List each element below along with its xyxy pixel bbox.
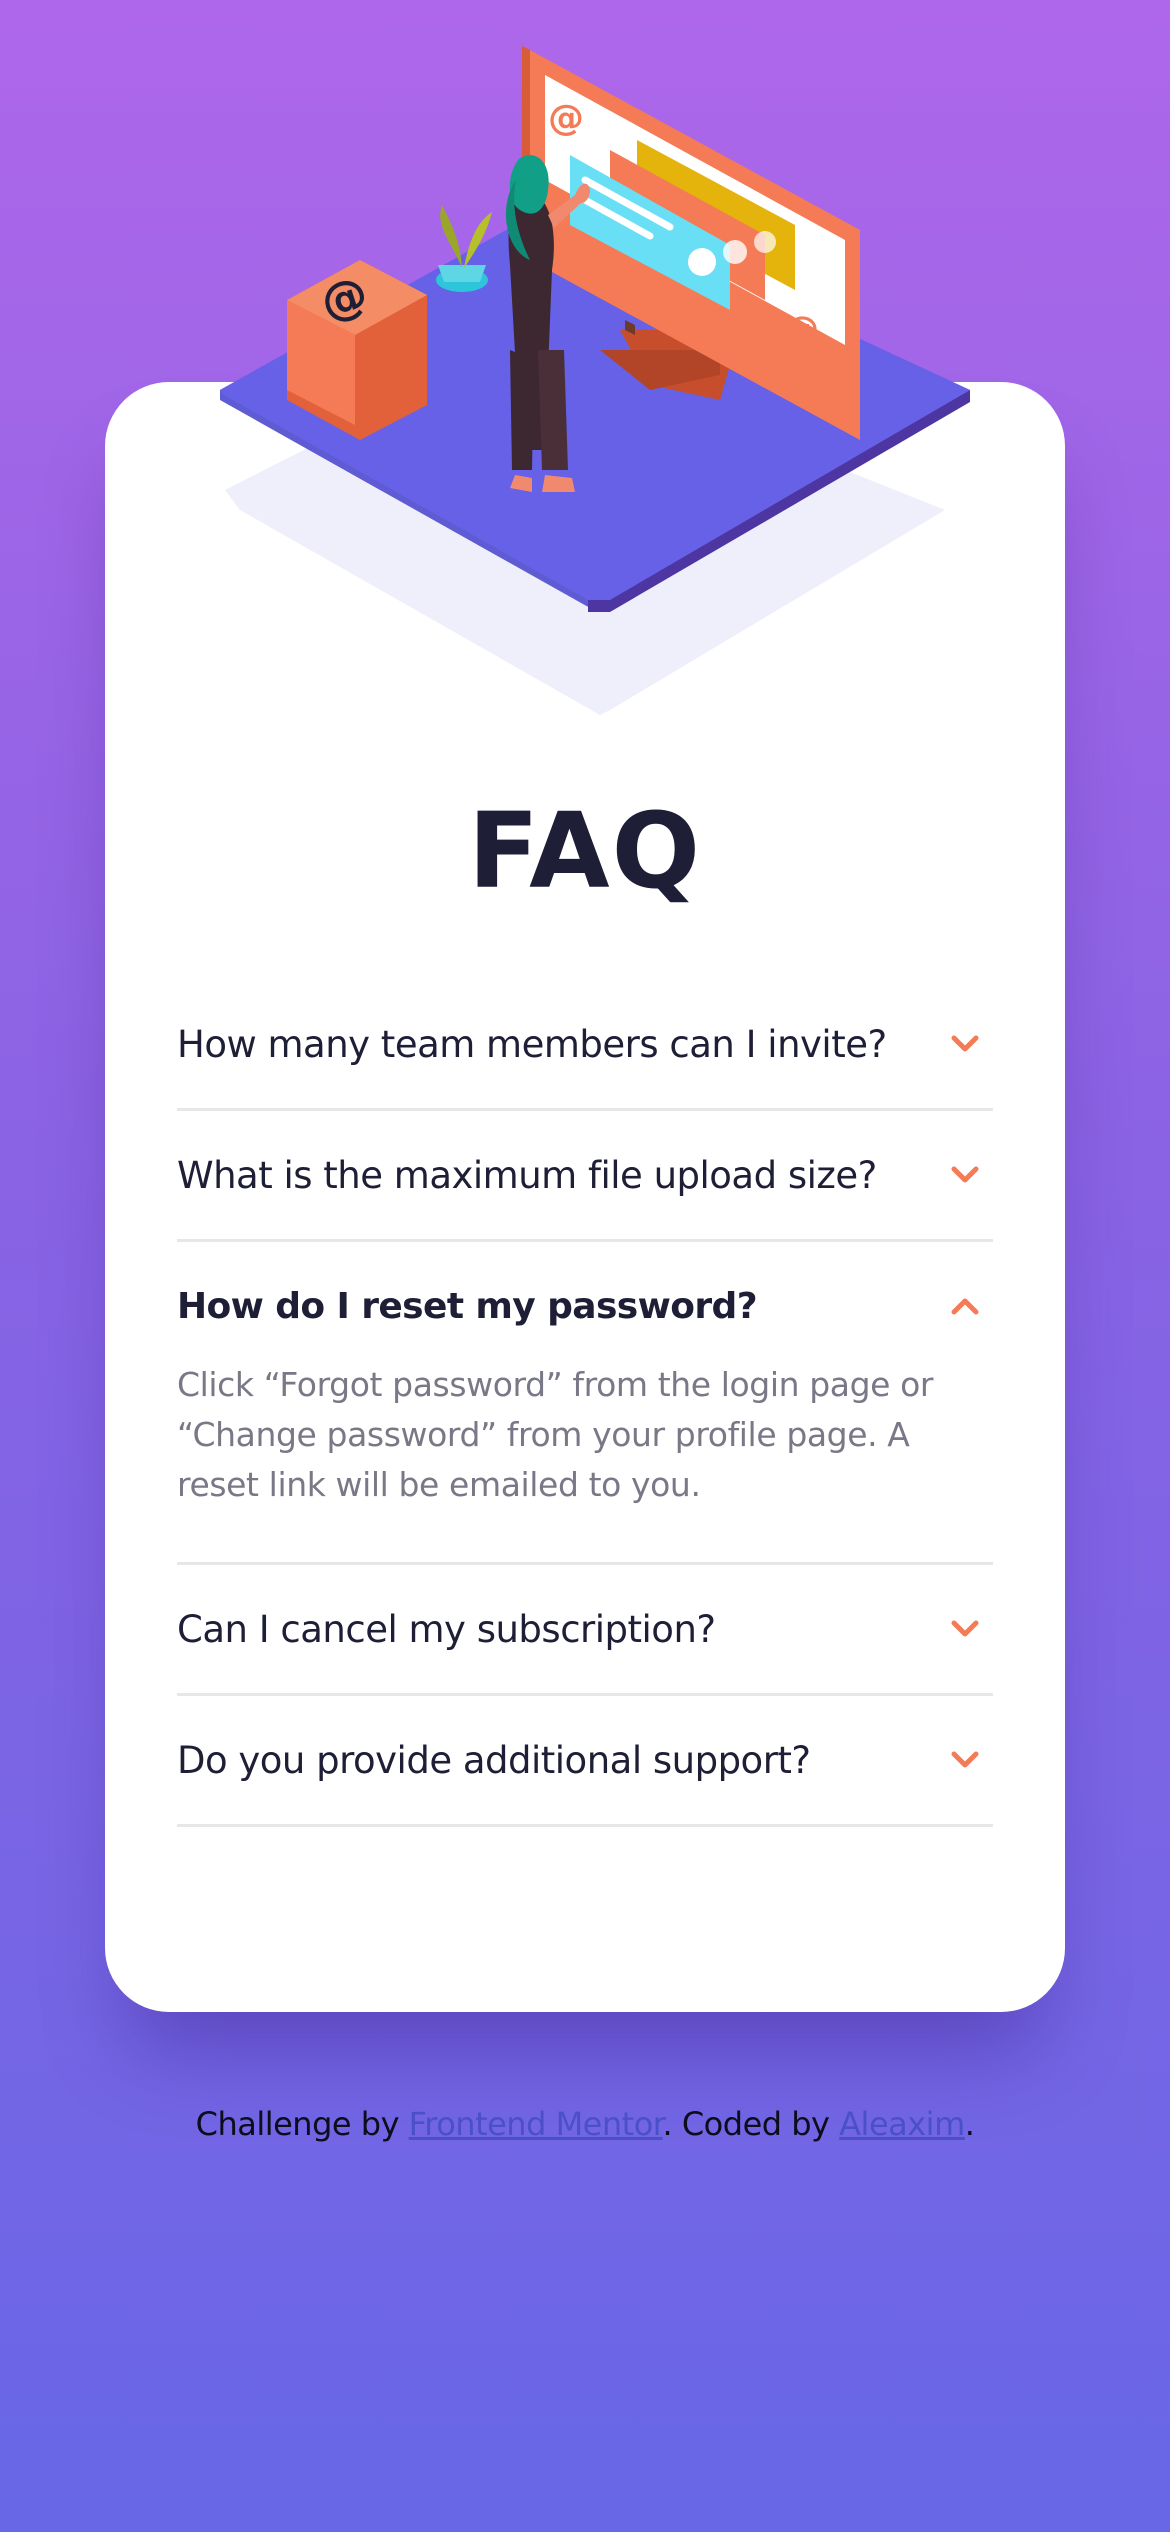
faq-answer: Click “Forgot password” from the login p… (177, 1365, 934, 1504)
faq-item[interactable]: How many team members can I invite? (177, 980, 993, 1111)
attribution-footer: Challenge by Frontend Mentor. Coded by A… (0, 2105, 1170, 2143)
footer-prefix: Challenge by (195, 2105, 409, 2143)
faq-item[interactable]: Can I cancel my subscription? (177, 1565, 993, 1696)
frontend-mentor-link[interactable]: Frontend Mentor (409, 2105, 663, 2143)
footer-middle: . Coded by (662, 2105, 840, 2143)
faq-list: How many team members can I invite? What… (177, 980, 993, 1827)
woman-online-illustration: @ @ @ (220, 46, 970, 715)
svg-text:@: @ (548, 98, 584, 139)
faq-question-row[interactable]: What is the maximum file upload size? (177, 1111, 993, 1239)
faq-question-row[interactable]: Do you provide additional support? (177, 1696, 993, 1824)
chevron-up-icon[interactable] (947, 1294, 983, 1318)
faq-item[interactable]: Do you provide additional support? (177, 1696, 993, 1827)
chevron-down-icon[interactable] (947, 1163, 983, 1187)
faq-question[interactable]: Do you provide additional support? (177, 1739, 811, 1782)
faq-question[interactable]: How do I reset my password? (177, 1286, 758, 1327)
chevron-down-icon[interactable] (947, 1748, 983, 1772)
faq-question[interactable]: How many team members can I invite? (177, 1023, 887, 1066)
faq-question-row[interactable]: How many team members can I invite? (177, 980, 993, 1108)
author-link[interactable]: Aleaxim (839, 2105, 965, 2143)
svg-text:@: @ (785, 309, 819, 349)
chevron-down-icon[interactable] (947, 1032, 983, 1056)
page-title: FAQ (467, 790, 702, 912)
faq-question-row[interactable]: How do I reset my password? (177, 1242, 993, 1370)
faq-question[interactable]: What is the maximum file upload size? (177, 1154, 877, 1197)
footer-suffix: . (964, 2105, 975, 2143)
chevron-down-icon[interactable] (947, 1617, 983, 1641)
faq-question[interactable]: Can I cancel my subscription? (177, 1608, 716, 1651)
faq-question-row[interactable]: Can I cancel my subscription? (177, 1565, 993, 1693)
faq-item[interactable]: What is the maximum file upload size? (177, 1111, 993, 1242)
faq-item-open[interactable]: How do I reset my password? Click “Forgo… (177, 1242, 993, 1565)
